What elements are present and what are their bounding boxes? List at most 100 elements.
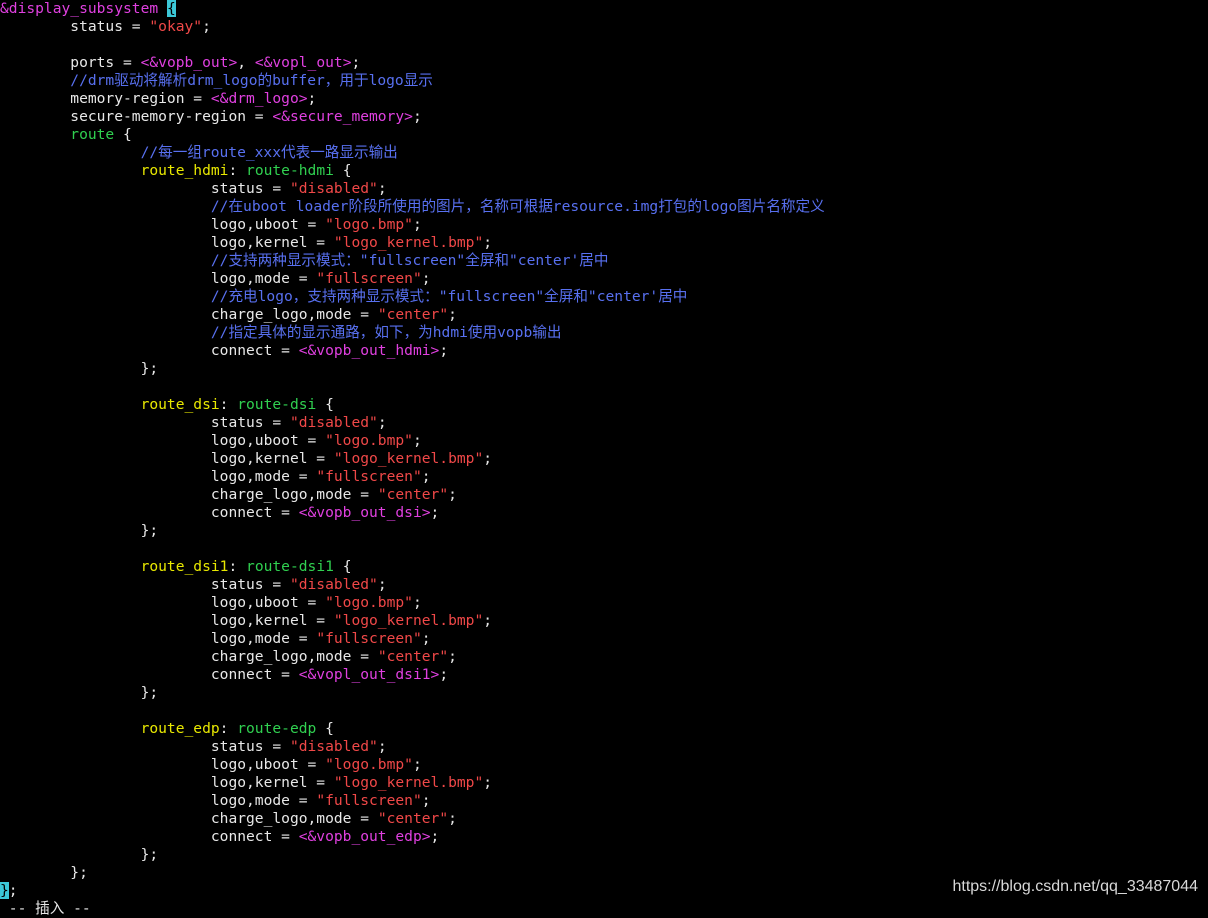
status-line: -- 插入 -- <box>0 900 91 917</box>
code-token: //在uboot loader阶段所使用的图片，名称可根据resource.im… <box>0 198 825 215</box>
code-token: { <box>316 396 334 413</box>
code-token: ; <box>483 450 493 467</box>
code-token: route <box>0 126 115 143</box>
code-line: secure-memory-region = <&secure_memory>; <box>0 108 1208 126</box>
code-line: connect = <&vopb_out_dsi>; <box>0 504 1208 522</box>
code-token: ; <box>439 666 449 683</box>
code-token: charge_logo,mode = <box>0 486 378 503</box>
code-line: logo,mode = "fullscreen"; <box>0 792 1208 810</box>
code-line: route_edp: route-edp { <box>0 720 1208 738</box>
code-line: route_dsi: route-dsi { <box>0 396 1208 414</box>
code-token: route-hdmi <box>246 162 334 179</box>
code-token: ; <box>483 774 493 791</box>
code-token: }; <box>0 846 159 863</box>
code-token: ; <box>439 342 449 359</box>
code-token: : <box>219 396 238 413</box>
code-token: ; <box>307 90 317 107</box>
code-token: <&vopb_out> <box>140 54 238 71</box>
code-line: logo,kernel = "logo_kernel.bmp"; <box>0 234 1208 252</box>
code-line: logo,mode = "fullscreen"; <box>0 468 1208 486</box>
code-token: //支持两种显示模式："fullscreen"全屏和"center'居中 <box>0 252 609 269</box>
code-token: logo,kernel = <box>0 612 334 629</box>
code-line: connect = <&vopl_out_dsi1>; <box>0 666 1208 684</box>
code-token: "okay" <box>149 18 203 35</box>
code-token: logo,uboot = <box>0 216 326 233</box>
code-line: logo,mode = "fullscreen"; <box>0 270 1208 288</box>
code-token: ; <box>377 738 387 755</box>
code-token: "logo_kernel.bmp" <box>333 774 484 791</box>
code-line: status = "disabled"; <box>0 180 1208 198</box>
code-token: status = <box>0 738 290 755</box>
code-token: //drm驱动将解析drm_logo的buffer，用于logo显示 <box>0 72 433 89</box>
code-token: connect = <box>0 828 299 845</box>
code-token: charge_logo,mode = <box>0 306 378 323</box>
code-token: ; <box>412 108 422 125</box>
code-line: }; <box>0 684 1208 702</box>
code-token: //充电logo，支持两种显示模式："fullscreen"全屏和"center… <box>0 288 688 305</box>
code-token: //指定具体的显示通路，如下，为hdmi使用vopb输出 <box>0 324 562 341</box>
code-token: { <box>316 720 334 737</box>
code-line: charge_logo,mode = "center"; <box>0 306 1208 324</box>
code-token: "logo.bmp" <box>325 216 413 233</box>
code-token: "disabled" <box>289 576 378 593</box>
code-token: }; <box>0 684 159 701</box>
code-token: <&vopl_out_dsi1> <box>298 666 440 683</box>
code-token: <&secure_memory> <box>272 108 413 125</box>
code-token: "fullscreen" <box>316 792 422 809</box>
code-line: status = "disabled"; <box>0 414 1208 432</box>
code-token: logo,kernel = <box>0 450 334 467</box>
code-token: route-dsi1 <box>246 558 334 575</box>
code-token: logo,uboot = <box>0 594 326 611</box>
code-line: memory-region = <&drm_logo>; <box>0 90 1208 108</box>
code-token: ; <box>412 432 422 449</box>
code-token: status = <box>0 18 150 35</box>
code-token: route-edp <box>237 720 317 737</box>
code-line: //充电logo，支持两种显示模式："fullscreen"全屏和"center… <box>0 288 1208 306</box>
code-token: route_dsi <box>0 396 220 413</box>
code-token: ; <box>448 648 457 665</box>
code-token: charge_logo,mode = <box>0 648 378 665</box>
code-token: "logo.bmp" <box>325 756 413 773</box>
code-token: connect = <box>0 342 299 359</box>
code-token: ; <box>412 594 422 611</box>
code-editor[interactable]: &display_subsystem { status = "okay"; po… <box>0 0 1208 917</box>
code-token: //每一组route_xxx代表一路显示输出 <box>0 144 398 161</box>
code-token: ; <box>483 612 493 629</box>
code-token: ; <box>351 54 361 71</box>
code-line: charge_logo,mode = "center"; <box>0 648 1208 666</box>
code-token: }; <box>0 864 88 881</box>
code-line: logo,uboot = "logo.bmp"; <box>0 756 1208 774</box>
text-cursor: } <box>0 882 9 899</box>
code-line: status = "disabled"; <box>0 576 1208 594</box>
code-token: ; <box>421 270 431 287</box>
code-line: logo,uboot = "logo.bmp"; <box>0 594 1208 612</box>
code-token: <&vopb_out_hdmi> <box>298 342 440 359</box>
code-token: : <box>228 558 247 575</box>
code-token: <&drm_logo> <box>210 90 308 107</box>
code-token: logo,mode = <box>0 630 317 647</box>
code-line: //每一组route_xxx代表一路显示输出 <box>0 144 1208 162</box>
code-token: &display_subsystem <box>0 0 167 17</box>
code-token: "center" <box>377 810 449 827</box>
code-token: logo,kernel = <box>0 234 334 251</box>
code-line: route_hdmi: route-hdmi { <box>0 162 1208 180</box>
code-token: ; <box>430 828 440 845</box>
code-token: charge_logo,mode = <box>0 810 378 827</box>
code-token: "disabled" <box>289 180 378 197</box>
code-token: , <box>237 54 255 71</box>
code-line: //指定具体的显示通路，如下，为hdmi使用vopb输出 <box>0 324 1208 342</box>
code-line: route { <box>0 126 1208 144</box>
code-token: "logo_kernel.bmp" <box>333 234 484 251</box>
code-token: route_dsi1 <box>0 558 229 575</box>
code-line: }; <box>0 360 1208 378</box>
code-token: "logo_kernel.bmp" <box>333 450 484 467</box>
code-token: { <box>114 126 132 143</box>
code-line: ports = <&vopb_out>, <&vopl_out>; <box>0 54 1208 72</box>
code-token: logo,mode = <box>0 792 317 809</box>
code-line: //drm驱动将解析drm_logo的buffer，用于logo显示 <box>0 72 1208 90</box>
code-token: "center" <box>377 486 449 503</box>
code-line: logo,kernel = "logo_kernel.bmp"; <box>0 774 1208 792</box>
